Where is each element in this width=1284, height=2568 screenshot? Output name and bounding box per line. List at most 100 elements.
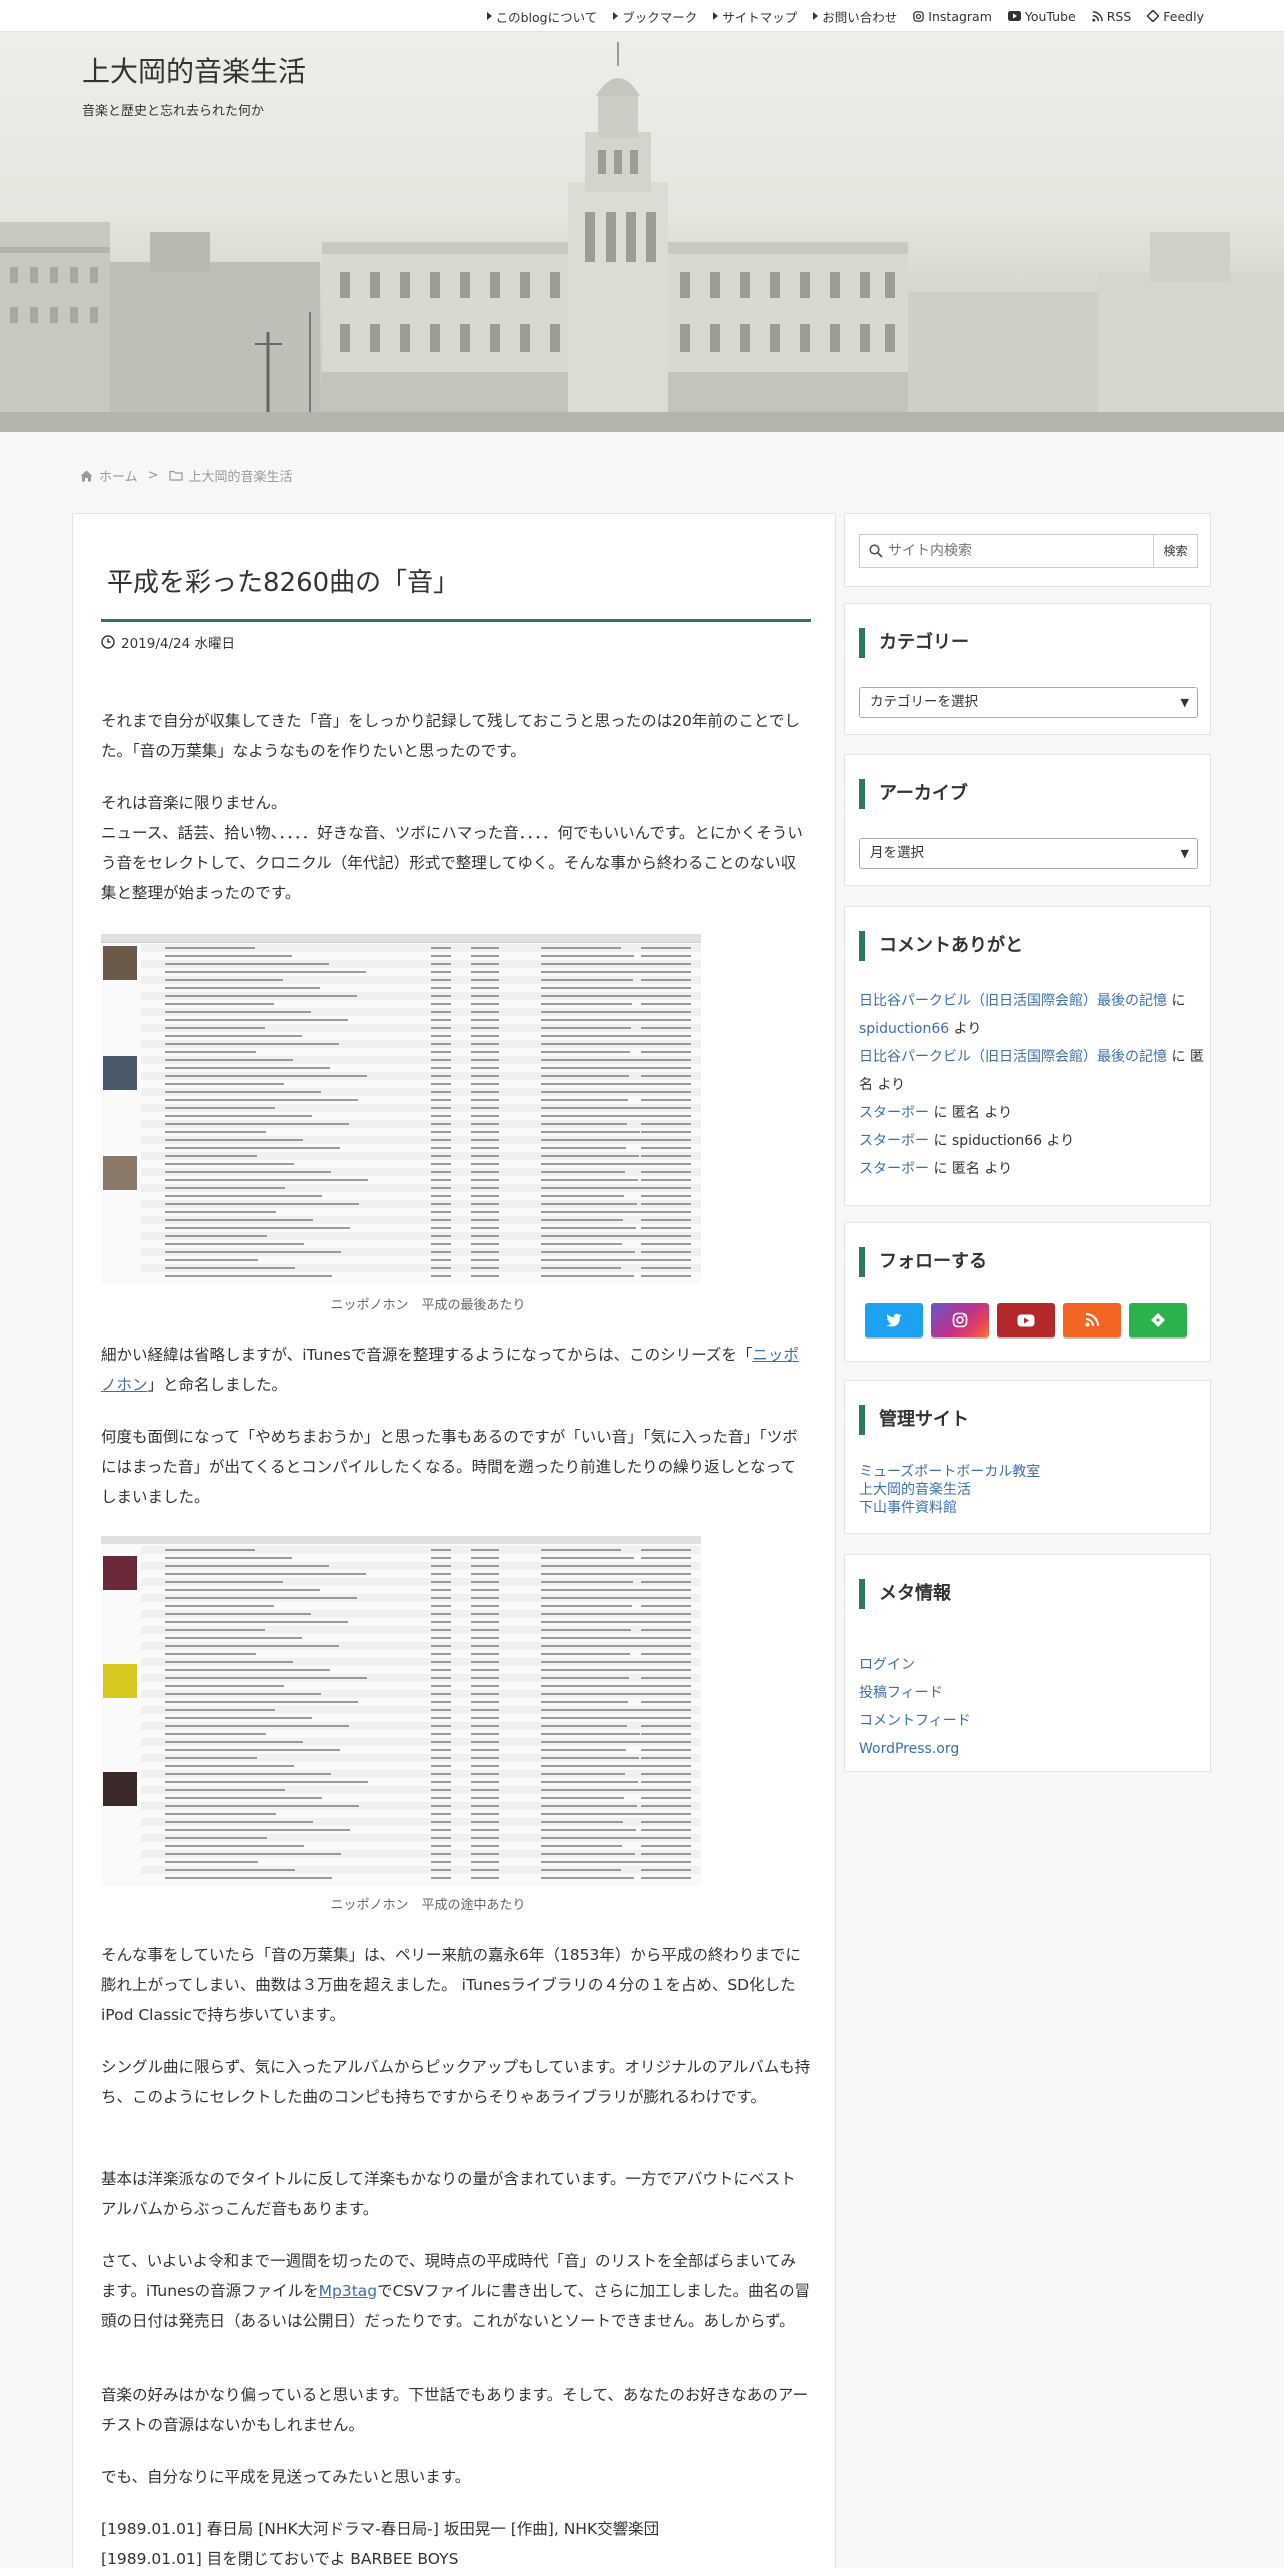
managed-site-link[interactable]: 上大岡的音楽生活 xyxy=(859,1482,971,1498)
comment-item: スターボー に 匿名 より xyxy=(859,1099,1204,1127)
paragraph: 基本は洋楽派なのでタイトルに反して洋楽もかなりの量が含まれています。一方でアバウ… xyxy=(101,2170,796,2218)
comment-item: 日比谷パークビル（旧日活国際会館）最後の記憶 に spiduction66 より xyxy=(859,987,1204,1043)
paragraph-line: それは音楽に限りません。 xyxy=(101,794,287,812)
meta-wordpress-link[interactable]: WordPress.org xyxy=(859,1741,959,1757)
folder-icon xyxy=(168,470,183,481)
comment-text: に xyxy=(1167,993,1186,1009)
breadcrumb-home[interactable]: ホーム xyxy=(99,466,138,485)
header-building-image xyxy=(0,42,1284,432)
meta-widget: メタ情報 ログイン 投稿フィード コメントフィード WordPress.org xyxy=(844,1554,1211,1772)
figure-caption: ニッポノホン 平成の途中あたり xyxy=(330,1898,526,1913)
top-navigation: このblogについて ブックマーク サイトマップ お問い合わせ Instagra… xyxy=(0,0,1284,32)
rss-button[interactable] xyxy=(1063,1303,1121,1337)
paragraph-text: 」と命名しました。 xyxy=(147,1376,288,1394)
triangle-right-icon xyxy=(613,12,619,20)
nav-label: ブックマーク xyxy=(622,9,698,25)
meta-login-link[interactable]: ログイン xyxy=(859,1657,915,1673)
widget-title: アーカイブ xyxy=(859,779,968,809)
feedly-button[interactable] xyxy=(1129,1303,1187,1337)
recent-comments-widget: コメントありがと 日比谷パークビル（旧日活国際会館）最後の記憶 に spiduc… xyxy=(844,906,1211,1206)
breadcrumb: ホーム > 上大岡的音楽生活 xyxy=(80,466,293,485)
instagram-button[interactable] xyxy=(931,1303,989,1337)
widget-title: フォローする xyxy=(859,1247,987,1277)
comment-post-link[interactable]: 日比谷パークビル（旧日活国際会館）最後の記憶 xyxy=(859,1049,1167,1065)
nav-sitemap[interactable]: サイトマップ xyxy=(713,7,797,26)
paragraph: 細かい経緯は省略しますが、iTunesで音源を整理するようになってからは、このシ… xyxy=(101,1340,811,1400)
nav-about[interactable]: このblogについて xyxy=(486,7,598,26)
comment-list: 日比谷パークビル（旧日活国際会館）最後の記憶 に spiduction66 より… xyxy=(859,987,1204,1183)
clock-icon xyxy=(101,635,115,649)
itunes-screenshot-1 xyxy=(101,934,701,1284)
paragraph: 何度も面倒になって「やめちまおうか」と思った事もあるのですが「いい音」「気に入っ… xyxy=(101,1428,798,1506)
comment-item: 日比谷パークビル（旧日活国際会館）最後の記憶 に 匿名 より xyxy=(859,1043,1204,1099)
search-widget: 検索 xyxy=(844,513,1211,587)
nav-rss[interactable]: RSS xyxy=(1092,8,1132,24)
nav-instagram[interactable]: Instagram xyxy=(913,9,992,24)
nav-contact[interactable]: お問い合わせ xyxy=(813,7,897,26)
select-value: カテゴリーを選択 xyxy=(870,694,978,710)
search-form: 検索 xyxy=(859,534,1198,568)
paragraph: さて、いよいよ令和まで一週間を切ったので、現時点の平成時代「音」のリストを全部ば… xyxy=(101,2246,811,2336)
feedly-icon xyxy=(1151,1313,1165,1327)
itunes-screenshot-2 xyxy=(101,1536,701,1886)
widget-title: カテゴリー xyxy=(859,628,969,658)
itunes-list-image xyxy=(101,934,701,1284)
comment-post-link[interactable]: スターボー xyxy=(859,1105,929,1121)
youtube-button[interactable] xyxy=(997,1303,1055,1337)
main-article: 平成を彩った8260曲の「音」 2019/4/24 水曜日 それまで自分が収集し… xyxy=(72,513,836,2568)
nav-bookmark[interactable]: ブックマーク xyxy=(613,7,697,26)
youtube-icon xyxy=(1017,1314,1035,1326)
paragraph-text: 細かい経緯は省略しますが、iTunesで音源を整理するようになってからは、このシ… xyxy=(101,1346,753,1364)
paragraph-line: ニュース、話芸、拾い物、．．．．好きな音、ツボにハマった音．．．．何でもいいんで… xyxy=(101,824,803,902)
paragraph: シングル曲に限らず、気に入ったアルバムからピックアップもしています。オリジナルの… xyxy=(101,2058,811,2106)
twitter-icon xyxy=(886,1313,902,1327)
itunes-list-image xyxy=(101,1536,701,1886)
nav-label: このblogについて xyxy=(495,9,598,25)
comment-post-link[interactable]: スターボー xyxy=(859,1161,929,1177)
site-description: 音楽と歴史と忘れ去られた何か xyxy=(82,104,265,119)
category-select[interactable]: カテゴリーを選択 ▼ xyxy=(859,687,1198,718)
search-button[interactable]: 検索 xyxy=(1153,535,1197,567)
comment-text: に 匿名 より xyxy=(929,1161,1013,1177)
nav-label: RSS xyxy=(1106,8,1132,24)
follow-widget: フォローする xyxy=(844,1222,1211,1362)
date-text: 2019/4/24 水曜日 xyxy=(121,636,236,652)
search-input[interactable] xyxy=(888,535,1148,567)
chevron-down-icon: ▼ xyxy=(1180,847,1189,860)
paragraph: それは音楽に限りません。 ニュース、話芸、拾い物、．．．．好きな音、ツボにハマっ… xyxy=(101,788,811,908)
select-value: 月を選択 xyxy=(870,845,924,861)
meta-feed-link[interactable]: 投稿フィード xyxy=(859,1685,943,1701)
nav-label: お問い合わせ xyxy=(822,9,898,25)
comment-author-link[interactable]: spiduction66 xyxy=(859,1021,949,1037)
song-list: [1989.01.01] 春日局 [NHK大河ドラマ-春日局-] 坂田晃一 [作… xyxy=(101,2514,811,2568)
instagram-icon xyxy=(952,1312,968,1328)
nav-label: Feedly xyxy=(1163,8,1204,24)
search-icon xyxy=(869,544,883,558)
rss-icon xyxy=(1092,10,1103,22)
twitter-button[interactable] xyxy=(865,1303,923,1337)
widget-title: コメントありがと xyxy=(859,931,1023,961)
comment-post-link[interactable]: スターボー xyxy=(859,1133,929,1149)
nav-youtube[interactable]: YouTube xyxy=(1007,9,1076,24)
site-header: 上大岡的音楽生活 音楽と歴史と忘れ去られた何か xyxy=(0,32,1284,432)
site-title[interactable]: 上大岡的音楽生活 xyxy=(82,50,306,90)
nav-feedly[interactable]: Feedly xyxy=(1147,9,1204,24)
archive-select[interactable]: 月を選択 ▼ xyxy=(859,838,1198,869)
triangle-right-icon xyxy=(486,12,492,20)
breadcrumb-category[interactable]: 上大岡的音楽生活 xyxy=(189,466,293,485)
post-date: 2019/4/24 水曜日 xyxy=(101,632,235,652)
feedly-icon xyxy=(1147,10,1160,22)
mp3tag-link[interactable]: Mp3tag xyxy=(319,2282,378,2300)
archive-widget: アーカイブ 月を選択 ▼ xyxy=(844,754,1211,886)
meta-comment-feed-link[interactable]: コメントフィード xyxy=(859,1713,971,1729)
song-list-item: [1989.01.01] 目を閉じておいでよ BARBEE BOYS xyxy=(101,2550,459,2568)
meta-links-list: ログイン 投稿フィード コメントフィード WordPress.org xyxy=(859,1651,971,1763)
managed-site-link[interactable]: 下山事件資料館 xyxy=(859,1500,957,1516)
managed-sites-widget: 管理サイト ミューズポートボーカル教室 上大岡的音楽生活 下山事件資料館 xyxy=(844,1380,1211,1534)
widget-title: メタ情報 xyxy=(859,1579,951,1609)
comment-item: スターボー に 匿名 より xyxy=(859,1155,1204,1183)
paragraph: それまで自分が収集してきた「音」をしっかり記録して残しておこうと思ったのは20年… xyxy=(101,712,800,760)
comment-post-link[interactable]: 日比谷パークビル（旧日活国際会館）最後の記憶 xyxy=(859,993,1167,1009)
managed-site-link[interactable]: ミューズポートボーカル教室 xyxy=(859,1464,1040,1480)
nav-label: サイトマップ xyxy=(722,9,798,25)
